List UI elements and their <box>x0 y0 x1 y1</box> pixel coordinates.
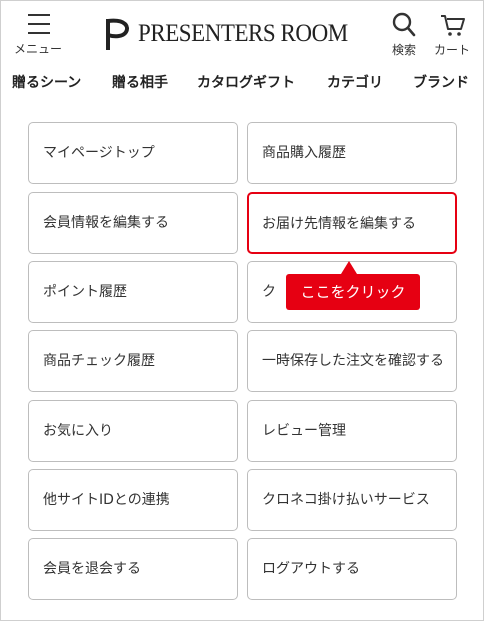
callout-arrow <box>341 261 357 274</box>
cart-button[interactable]: カート <box>430 10 474 58</box>
card-favorites[interactable]: お気に入り <box>28 400 238 462</box>
card-label: 商品チェック履歴 <box>43 353 155 369</box>
click-here-callout: ここをクリック <box>286 274 420 310</box>
card-label: ク <box>262 284 276 300</box>
nav-item-scene[interactable]: 贈るシーン <box>12 72 81 92</box>
card-withdraw-membership[interactable]: 会員を退会する <box>28 538 238 600</box>
hamburger-icon <box>28 14 50 34</box>
card-external-id-link[interactable]: 他サイトIDとの連携 <box>28 469 238 531</box>
card-label: 会員を退会する <box>43 561 141 577</box>
cart-label: カート <box>433 43 470 57</box>
card-label: ポイント履歴 <box>43 284 127 300</box>
card-point-history[interactable]: ポイント履歴 <box>28 261 238 323</box>
card-mypage-top[interactable]: マイページトップ <box>28 122 238 184</box>
menu-button[interactable]: メニュー <box>10 10 66 58</box>
card-edit-shipping-address[interactable]: お届け先情報を編集する <box>247 192 457 254</box>
card-logout[interactable]: ログアウトする <box>247 538 457 600</box>
card-kuroneko-payment[interactable]: クロネコ掛け払いサービス <box>247 469 457 531</box>
card-saved-orders[interactable]: 一時保存した注文を確認する <box>247 330 457 392</box>
card-label: ログアウトする <box>262 561 360 577</box>
nav-item-category[interactable]: カテゴリ <box>327 72 383 92</box>
logo-text: PRESENTERS ROOM <box>138 20 348 47</box>
card-label: レビュー管理 <box>262 423 346 439</box>
search-icon <box>392 12 416 37</box>
search-button[interactable]: 検索 <box>386 10 422 58</box>
nav-item-brand[interactable]: ブランド <box>413 72 469 92</box>
card-label: 他サイトIDとの連携 <box>43 492 170 508</box>
cart-icon <box>441 15 465 36</box>
card-label: マイページトップ <box>43 145 155 161</box>
site-header: メニュー PRESENTERS ROOM 検索 カート <box>0 0 484 64</box>
category-nav: 贈るシーン 贈る相手 カタログギフト カテゴリ ブランド <box>0 70 484 96</box>
logo-mark-icon <box>106 18 129 50</box>
card-purchase-history[interactable]: 商品購入履歴 <box>247 122 457 184</box>
card-product-check-history[interactable]: 商品チェック履歴 <box>28 330 238 392</box>
card-edit-member-info[interactable]: 会員情報を編集する <box>28 192 238 254</box>
nav-item-recipient[interactable]: 贈る相手 <box>112 72 168 92</box>
card-label: 会員情報を編集する <box>43 215 169 231</box>
nav-item-catalog-gift[interactable]: カタログギフト <box>197 72 295 92</box>
menu-label: メニュー <box>13 42 62 56</box>
card-label: お気に入り <box>43 423 113 439</box>
card-review-management[interactable]: レビュー管理 <box>247 400 457 462</box>
card-label: お届け先情報を編集する <box>262 216 416 232</box>
site-logo[interactable]: PRESENTERS ROOM <box>104 16 366 52</box>
card-label: 商品購入履歴 <box>262 145 346 161</box>
card-label: 一時保存した注文を確認する <box>262 353 444 369</box>
search-label: 検索 <box>391 43 416 57</box>
card-label: クロネコ掛け払いサービス <box>262 492 430 508</box>
